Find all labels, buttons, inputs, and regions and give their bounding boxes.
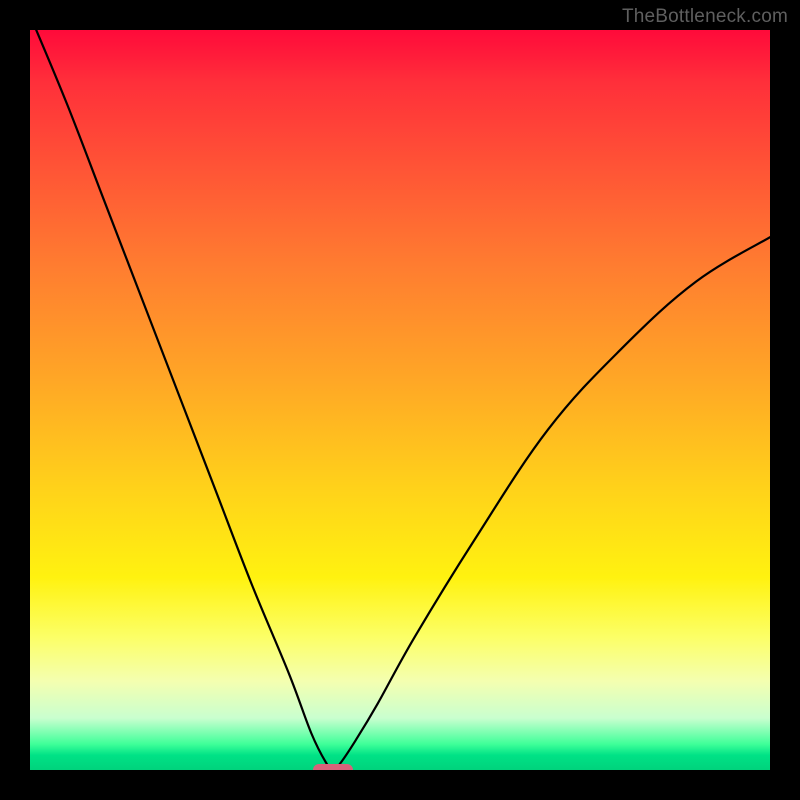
optimal-point-marker [313,764,353,770]
plot-area [30,30,770,770]
watermark-text: TheBottleneck.com [622,6,788,28]
bottleneck-curve [30,30,770,770]
chart-frame: TheBottleneck.com [0,0,800,800]
